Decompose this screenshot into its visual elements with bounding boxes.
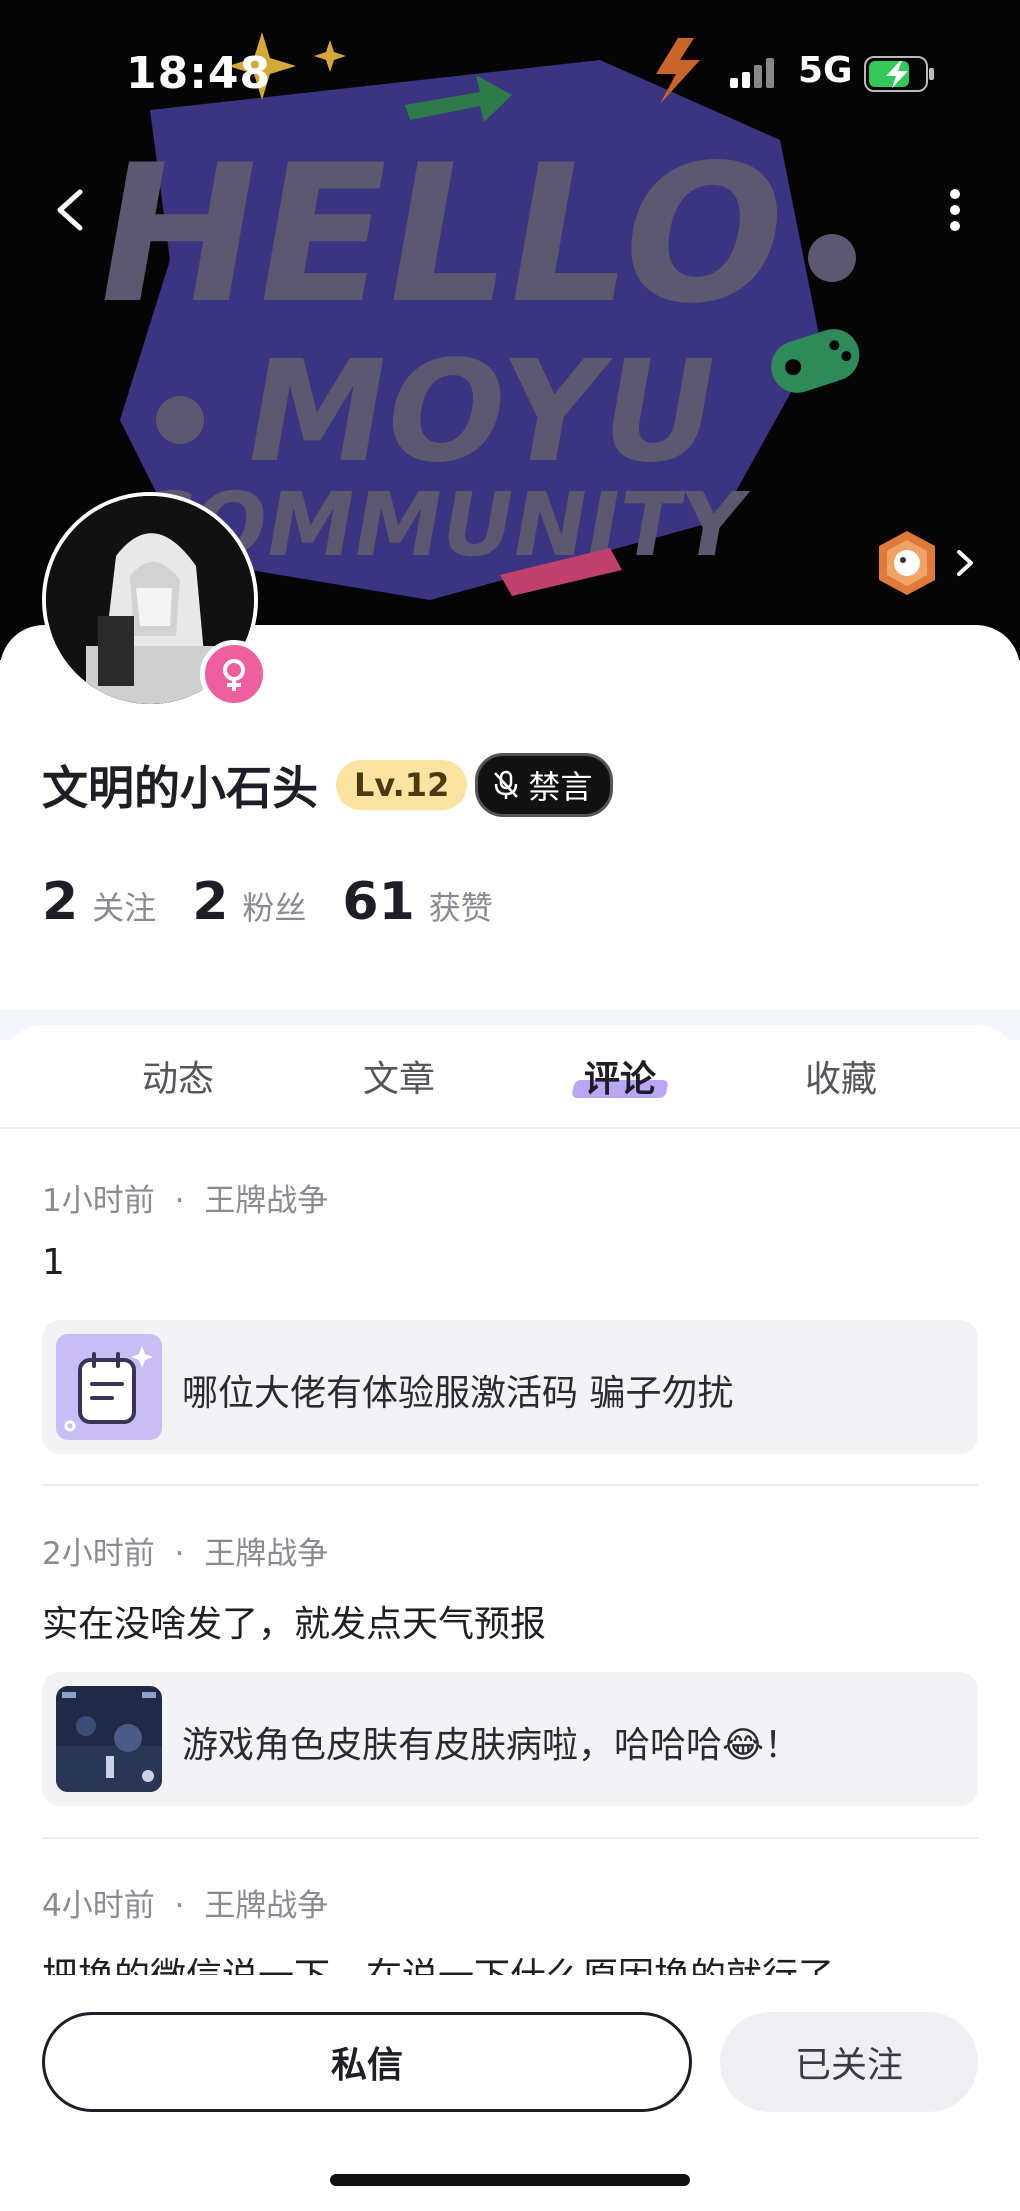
meta-separator: · xyxy=(174,1183,185,1219)
comment-time: 2小时前 xyxy=(42,1536,155,1572)
comment-divider xyxy=(42,1837,978,1839)
chevron-right-icon[interactable] xyxy=(950,546,980,580)
likes-label: 获赞 xyxy=(428,889,493,927)
stat-followers[interactable]: 2 粉丝 xyxy=(192,872,306,932)
followers-count: 2 xyxy=(192,872,229,932)
muted-badge: 禁言 xyxy=(475,753,614,817)
tabs-divider xyxy=(0,1127,1020,1129)
referenced-post-title: 游戏角色皮肤有皮肤病啦，哈哈哈😂！ xyxy=(182,1725,801,1766)
name-row: 文明的小石头 Lv.12 禁言 xyxy=(42,750,614,820)
likes-count: 61 xyxy=(342,872,415,932)
gender-female-icon xyxy=(200,640,268,708)
notepad-icon xyxy=(56,1334,162,1440)
comment-meta: 2小时前 · 王牌战争 xyxy=(42,1528,978,1573)
game-badge-icon[interactable] xyxy=(872,528,942,598)
status-bar: 18:48 5G xyxy=(0,0,1020,150)
comment-meta: 4小时前 · 王牌战争 xyxy=(42,1880,978,1925)
comment-time: 4小时前 xyxy=(42,1888,155,1924)
battery-icon xyxy=(864,56,934,92)
comment-item[interactable]: 4小时前 · 王牌战争 把换的微信说一下，在说一下什么原因换的就行了 xyxy=(42,1880,978,1990)
back-icon[interactable] xyxy=(44,180,104,240)
mic-muted-icon xyxy=(494,770,519,799)
game-screenshot xyxy=(56,1686,162,1792)
banner-hello: HELLO xyxy=(79,124,804,345)
referenced-post-title: 哪位大佬有体验服激活码 骗子勿扰 xyxy=(182,1373,734,1414)
referenced-post[interactable]: 哪位大佬有体验服激活码 骗子勿扰 xyxy=(42,1320,978,1454)
followers-label: 粉丝 xyxy=(242,889,307,927)
more-icon[interactable] xyxy=(930,180,980,240)
tab-favorites[interactable]: 收藏 xyxy=(761,1050,921,1102)
tab-articles[interactable]: 文章 xyxy=(319,1050,479,1102)
home-indicator xyxy=(330,2174,690,2186)
comment-item[interactable]: 2小时前 · 王牌战争 实在没啥发了，就发点天气预报 游戏角色皮肤有皮肤病啦，哈… xyxy=(42,1528,978,1806)
comment-item[interactable]: 1小时前 · 王牌战争 1 哪位大佬有体验服激活码 骗子勿扰 xyxy=(42,1175,978,1454)
network-type: 5G xyxy=(798,50,853,91)
referenced-post[interactable]: 游戏角色皮肤有皮肤病啦，哈哈哈😂！ xyxy=(42,1672,978,1806)
profile-stats: 2 关注 2 粉丝 61 获赞 xyxy=(42,872,529,932)
username: 文明的小石头 xyxy=(42,761,318,815)
meta-separator: · xyxy=(174,1536,185,1572)
banner-moyu: MOYU xyxy=(233,331,730,494)
level-badge: Lv.12 xyxy=(336,760,468,810)
comment-meta: 1小时前 · 王牌战争 xyxy=(42,1175,978,1220)
comment-game[interactable]: 王牌战争 xyxy=(204,1536,328,1572)
comment-text: 实在没啥发了，就发点天气预报 xyxy=(42,1604,547,1645)
profile-tabs: 动态 文章 评论 收藏 xyxy=(0,1050,1020,1130)
following-button[interactable]: 已关注 xyxy=(720,2012,978,2112)
comment-game[interactable]: 王牌战争 xyxy=(204,1888,328,1924)
following-label: 关注 xyxy=(92,889,157,927)
tab-comments[interactable]: 评论 xyxy=(540,1050,700,1102)
message-button[interactable]: 私信 xyxy=(42,2012,692,2112)
muted-label: 禁言 xyxy=(528,768,593,806)
comment-text: 1 xyxy=(42,1242,65,1283)
following-count: 2 xyxy=(42,872,79,932)
signal-icon xyxy=(730,58,774,88)
stat-likes: 61 获赞 xyxy=(342,872,492,932)
meta-separator: · xyxy=(174,1888,185,1924)
tab-posts[interactable]: 动态 xyxy=(98,1050,258,1102)
comment-divider xyxy=(42,1484,978,1486)
comment-time: 1小时前 xyxy=(42,1183,155,1219)
comment-game[interactable]: 王牌战争 xyxy=(204,1183,328,1219)
status-time: 18:48 xyxy=(126,48,272,99)
stat-following[interactable]: 2 关注 xyxy=(42,872,156,932)
